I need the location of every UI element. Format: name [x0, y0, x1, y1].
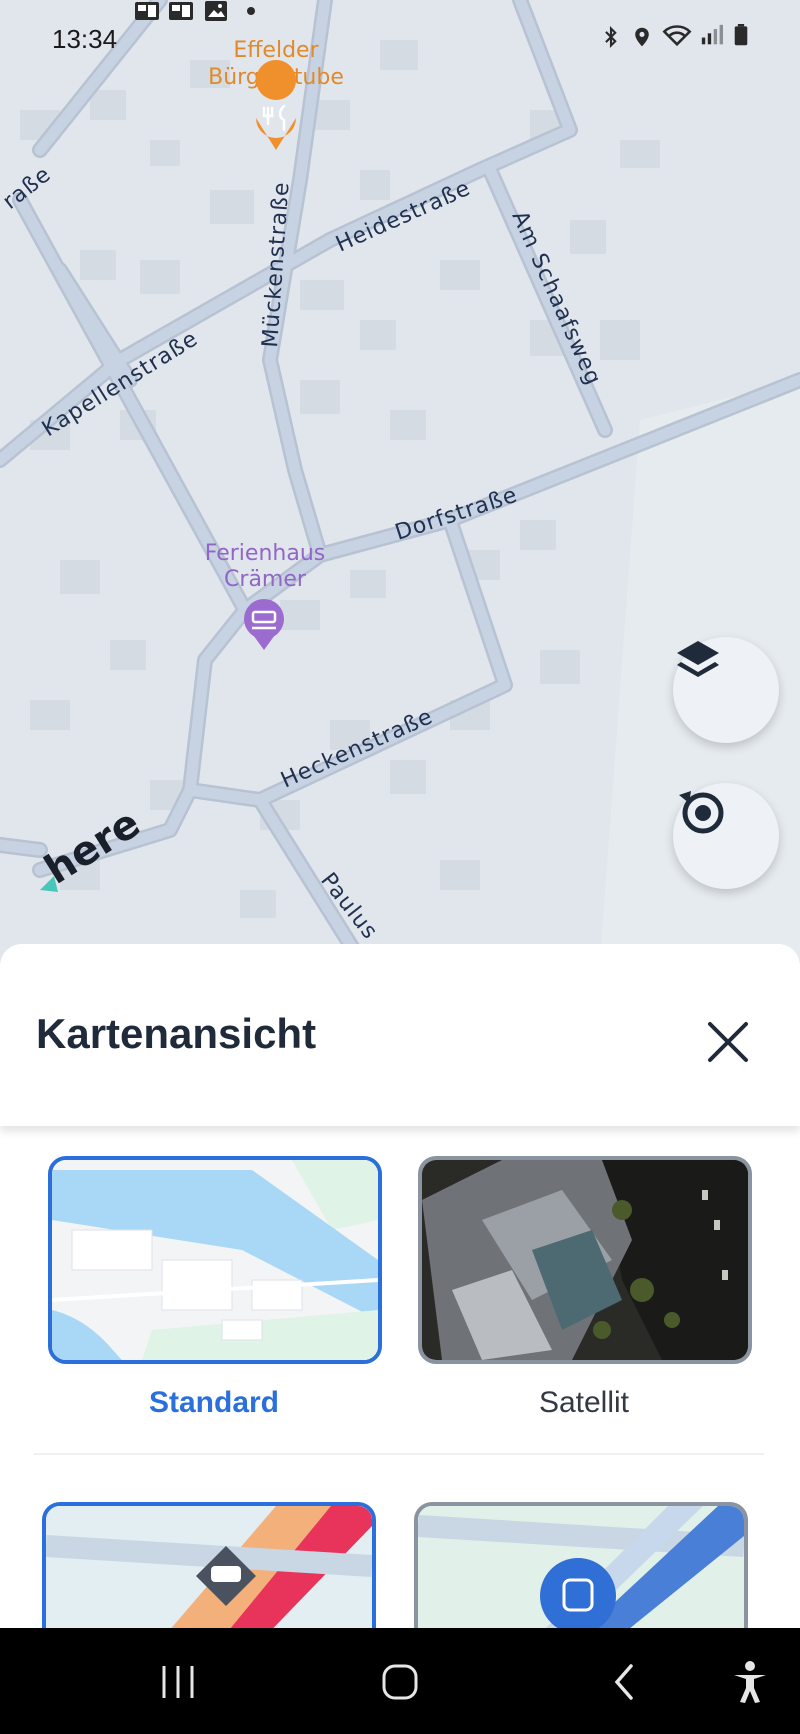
bluetooth-icon: [605, 26, 617, 48]
wifi-icon: [662, 25, 692, 46]
map-layers-button[interactable]: [673, 637, 779, 743]
accessibility-button[interactable]: [720, 1652, 780, 1712]
map-style-label: Satellit: [538, 1386, 630, 1419]
sheet-header: Kartenansicht: [0, 944, 800, 1126]
sheet-title: Kartenansicht: [36, 1010, 317, 1057]
status-time: 13:34: [52, 24, 118, 54]
locate-me-button[interactable]: [673, 783, 779, 889]
transit-map-preview: [418, 1506, 744, 1628]
accessibility-icon: [734, 1661, 766, 1703]
home-icon: [382, 1664, 418, 1700]
traffic-map-preview: [46, 1506, 372, 1628]
signal-icon: [701, 24, 723, 45]
recent-apps-icon: [162, 1666, 194, 1698]
divider: [34, 1453, 764, 1455]
back-button[interactable]: [594, 1652, 654, 1712]
map-view[interactable]: raße Heidestraße Mückenstraße Am Schaafs…: [0, 0, 800, 960]
image-icon: [205, 1, 227, 21]
map-style-standard-tile[interactable]: [48, 1156, 382, 1364]
satellite-map-preview: [422, 1160, 748, 1360]
system-navigation-bar: [0, 1628, 800, 1734]
standard-map-preview: [52, 1160, 378, 1360]
notification-icon: [169, 2, 193, 20]
layers-icon: [677, 641, 719, 677]
back-icon: [614, 1664, 633, 1700]
home-button[interactable]: [370, 1652, 430, 1712]
location-icon: [635, 27, 649, 47]
poi-name: Ferienhaus: [205, 541, 325, 566]
locate-icon: [679, 791, 724, 834]
map-style-traffic-tile[interactable]: [42, 1502, 376, 1628]
notification-icon: [135, 2, 159, 20]
dot-icon: [247, 7, 255, 15]
battery-icon: [734, 24, 748, 46]
poi-name: Crämer: [224, 567, 307, 592]
map-view-sheet: Kartenansicht Standard Satellit: [0, 944, 800, 1628]
hotel-icon: [244, 599, 284, 650]
status-bar: 13:34: [0, 0, 800, 80]
map-style-label: Standard: [148, 1386, 280, 1419]
recent-apps-button[interactable]: [148, 1652, 208, 1712]
map-style-satellite-tile[interactable]: [418, 1156, 752, 1364]
close-icon[interactable]: [700, 1014, 756, 1070]
map-style-transit-tile[interactable]: [414, 1502, 748, 1628]
street-label: Heidestraße: [332, 176, 474, 258]
